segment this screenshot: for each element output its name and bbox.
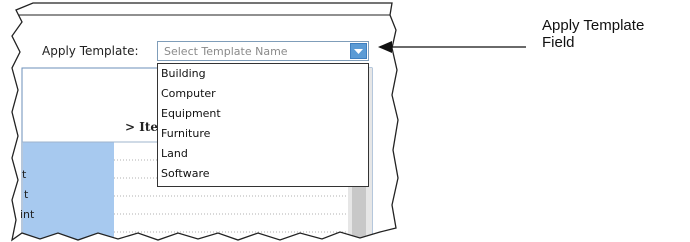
dropdown-option-land[interactable]: Land [158, 144, 368, 164]
select-template-placeholder: Select Template Name [164, 45, 288, 58]
callout-label: Apply Template Field [542, 17, 644, 51]
dropdown-toggle-button[interactable] [350, 43, 367, 59]
dropdown-option-equipment[interactable]: Equipment [158, 104, 368, 124]
template-dropdown-list: Building Computer Equipment Furniture La… [157, 63, 369, 187]
row-text-fragment: t [22, 168, 27, 181]
callout-line-2: Field [542, 34, 575, 51]
apply-template-label: Apply Template: [42, 44, 139, 58]
dropdown-option-computer[interactable]: Computer [158, 84, 368, 104]
dropdown-option-software[interactable]: Software [158, 164, 368, 184]
dropdown-option-furniture[interactable]: Furniture [158, 124, 368, 144]
callout-line-1: Apply Template [542, 17, 645, 34]
chevron-down-icon [354, 49, 363, 54]
row-text-fragment: int [20, 208, 35, 221]
screenshot-excerpt: Apply Template: Select Template Name Bui… [0, 0, 420, 242]
section-heading-fragment: > Ite [125, 120, 159, 134]
row-text-fragment: t [24, 188, 29, 201]
callout-arrow-icon [378, 41, 526, 53]
dropdown-option-building[interactable]: Building [158, 64, 368, 84]
apply-template-select[interactable]: Select Template Name [157, 41, 369, 61]
